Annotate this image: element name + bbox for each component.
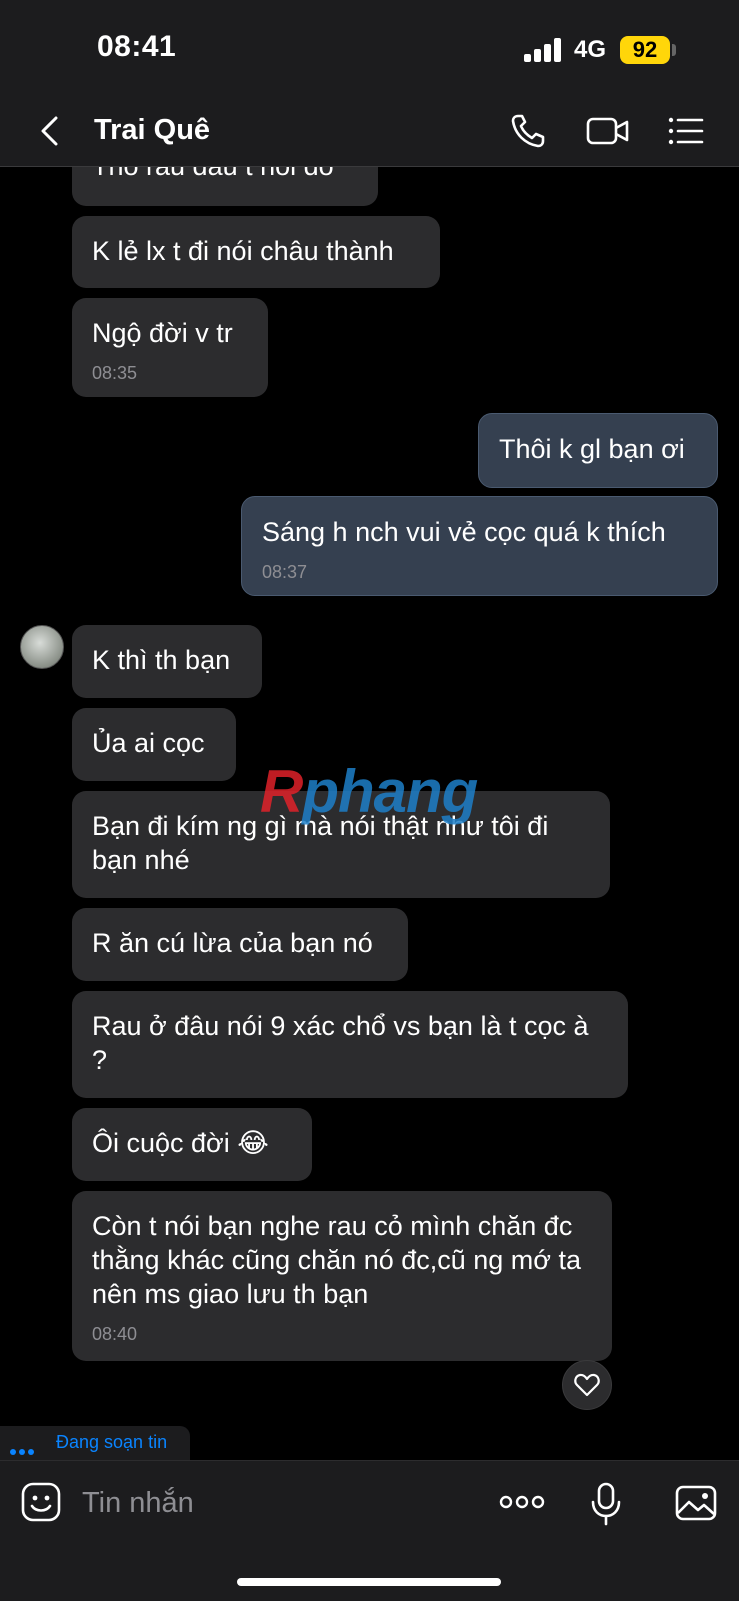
contact-name[interactable]: Trai Quê <box>94 114 210 147</box>
message-time: 08:35 <box>92 363 138 383</box>
microphone-icon[interactable] <box>588 1481 624 1527</box>
message-input[interactable] <box>80 1479 464 1527</box>
message-text: Còn t nói bạn nghe rau cỏ mình chăn đc t… <box>92 1211 582 1309</box>
home-indicator[interactable] <box>237 1578 501 1586</box>
watermark-logo: Rphang <box>260 757 478 826</box>
message-text: Rau ở đâu nói 9 xác chổ vs bạn là t cọc … <box>92 1011 589 1075</box>
message-bubble-incoming[interactable]: K thì th bạn <box>72 625 262 698</box>
message-bubble-outgoing[interactable]: Thôi k gl bạn ơi <box>478 413 718 488</box>
list-menu-icon[interactable] <box>666 112 706 150</box>
status-time: 08:41 <box>97 30 177 63</box>
message-text: Ôi cuộc đời 😂 <box>92 1128 269 1158</box>
signal-icon <box>524 38 562 62</box>
message-text: Sáng h nch vui vẻ cọc quá k thích <box>262 517 666 547</box>
message-text: Thô rau đâu t nói đó <box>92 167 334 181</box>
video-camera-icon[interactable] <box>585 112 631 150</box>
message-list[interactable]: Thô rau đâu t nói đó K lẻ lx t đi nói ch… <box>0 167 739 1459</box>
battery-level: 92 <box>632 37 658 62</box>
message-time: 08:37 <box>262 562 308 582</box>
sticker-icon[interactable] <box>20 1481 62 1523</box>
message-bubble-incoming[interactable]: Ủa ai cọc <box>72 708 236 781</box>
watermark-first-letter: R <box>260 758 303 825</box>
message-bubble-incoming[interactable]: Thô rau đâu t nói đó <box>72 167 378 206</box>
battery-tip <box>672 44 676 56</box>
back-icon[interactable] <box>34 114 68 148</box>
message-bubble-incoming[interactable]: R ăn cú lừa của bạn nó <box>72 908 408 981</box>
message-bubble-incoming[interactable]: Còn t nói bạn nghe rau cỏ mình chăn đc t… <box>72 1191 612 1361</box>
typing-dots-icon <box>10 1442 37 1460</box>
message-bubble-incoming[interactable]: Ngộ đời v tr 08:35 <box>72 298 268 397</box>
typing-indicator: Đang soạn tin <box>0 1426 190 1460</box>
message-time: 08:40 <box>92 1324 138 1344</box>
message-bubble-incoming[interactable]: Rau ở đâu nói 9 xác chổ vs bạn là t cọc … <box>72 991 628 1098</box>
watermark-rest: phang <box>302 758 478 825</box>
chat-header: Trai Quê <box>0 100 739 167</box>
contact-avatar[interactable] <box>20 625 64 669</box>
message-bubble-incoming[interactable]: Ôi cuộc đời 😂 <box>72 1108 312 1181</box>
battery-icon: 92 <box>620 36 670 64</box>
network-label: 4G <box>574 36 607 63</box>
react-heart-button[interactable] <box>562 1360 612 1410</box>
message-text: Ngộ đời v tr <box>92 318 233 348</box>
message-text: Ủa ai cọc <box>92 728 205 758</box>
message-text: K lẻ lx t đi nói châu thành <box>92 236 394 266</box>
status-bar: 08:41 4G 92 <box>0 0 739 100</box>
message-text: K thì th bạn <box>92 645 231 675</box>
message-text: Thôi k gl bạn ơi <box>499 434 685 464</box>
more-options-icon[interactable] <box>498 1485 546 1519</box>
phone-icon[interactable] <box>508 112 550 150</box>
heart-icon <box>574 1373 600 1397</box>
typing-label: Đang soạn tin <box>56 1432 168 1452</box>
message-bubble-incoming[interactable]: K lẻ lx t đi nói châu thành <box>72 216 440 288</box>
message-bubble-outgoing[interactable]: Sáng h nch vui vẻ cọc quá k thích 08:37 <box>241 496 718 596</box>
message-text: R ăn cú lừa của bạn nó <box>92 928 373 958</box>
image-icon[interactable] <box>674 1483 718 1523</box>
